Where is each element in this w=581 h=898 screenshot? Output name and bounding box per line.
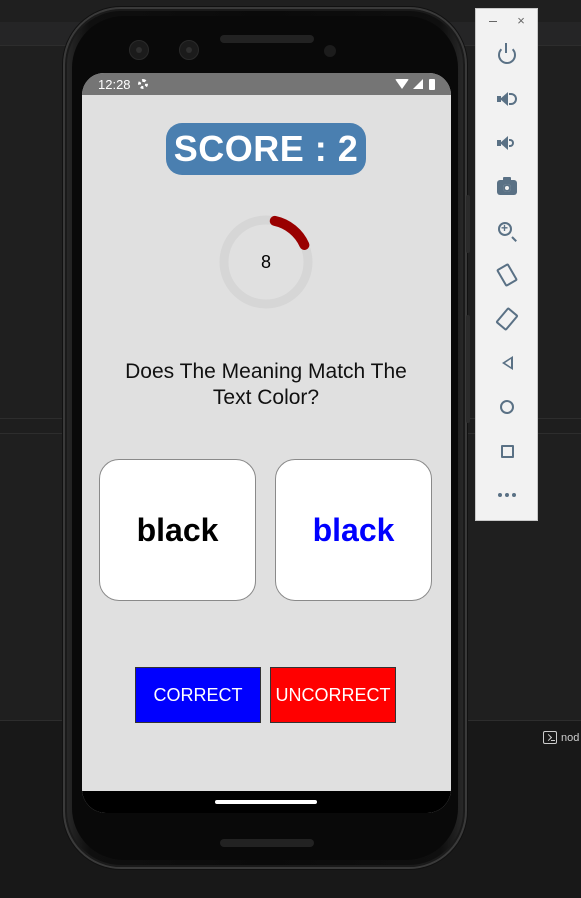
question-text: Does The Meaning Match The Text Color?: [125, 360, 407, 409]
screenshot-icon: [497, 176, 517, 195]
navigation-bar: [82, 791, 451, 813]
home-button[interactable]: [487, 389, 527, 425]
power-side-button: [466, 195, 470, 253]
emulator-toolbar: ×: [475, 8, 538, 521]
more-button[interactable]: [487, 477, 527, 513]
status-indicators: [395, 78, 435, 90]
proximity-sensor: [324, 45, 336, 57]
timer-value: 8: [260, 251, 271, 272]
back-button[interactable]: [487, 345, 527, 381]
front-camera-icon: [179, 40, 199, 60]
power-icon: [498, 43, 516, 64]
signal-icon: [413, 79, 423, 89]
overview-button[interactable]: [487, 433, 527, 469]
rotate-right-button[interactable]: [487, 301, 527, 337]
zoom-button[interactable]: [487, 213, 527, 249]
volume-up-icon: [497, 91, 517, 107]
wifi-icon: [395, 79, 409, 89]
volume-down-button[interactable]: [487, 125, 527, 161]
app-screen: 12:28 SCORE : 2 8 Does The Meaning Match…: [82, 73, 451, 813]
volume-down-icon: [497, 135, 517, 151]
score-badge: SCORE : 2: [166, 123, 366, 175]
status-time: 12:28: [98, 76, 131, 92]
zoom-icon: [498, 221, 512, 236]
back-icon: [501, 356, 513, 370]
status-bar: 12:28: [82, 73, 451, 95]
countdown-timer: 8: [217, 213, 315, 311]
screenshot-button[interactable]: [487, 169, 527, 205]
volume-side-button: [466, 315, 470, 423]
terminal-tab[interactable]: nod: [543, 731, 579, 744]
more-icon: [498, 493, 516, 497]
rotate-right-icon: [495, 306, 519, 332]
toolbar-window-controls: ×: [476, 13, 537, 31]
home-icon: [500, 400, 514, 414]
meaning-word: black: [136, 511, 219, 548]
gear-icon: [137, 78, 149, 90]
minimize-icon[interactable]: [489, 21, 497, 22]
volume-up-button[interactable]: [487, 81, 527, 117]
overview-icon: [500, 444, 514, 458]
battery-icon: [429, 78, 435, 90]
close-icon[interactable]: ×: [515, 14, 527, 27]
power-button[interactable]: [487, 37, 527, 73]
home-gesture-bar[interactable]: [215, 800, 317, 804]
bottom-speaker: [220, 839, 314, 847]
correct-button[interactable]: CORRECT: [135, 667, 261, 723]
rotate-left-button[interactable]: [487, 257, 527, 293]
terminal-icon: [543, 731, 557, 744]
rotate-left-icon: [495, 262, 519, 288]
colored-word: black: [312, 511, 395, 548]
terminal-tab-label: nod: [561, 731, 580, 744]
color-word-card: black: [275, 459, 432, 601]
front-camera-icon: [129, 40, 149, 60]
meaning-word-card: black: [99, 459, 256, 601]
earpiece-speaker: [220, 35, 314, 43]
uncorrect-button[interactable]: UNCORRECT: [270, 667, 396, 723]
